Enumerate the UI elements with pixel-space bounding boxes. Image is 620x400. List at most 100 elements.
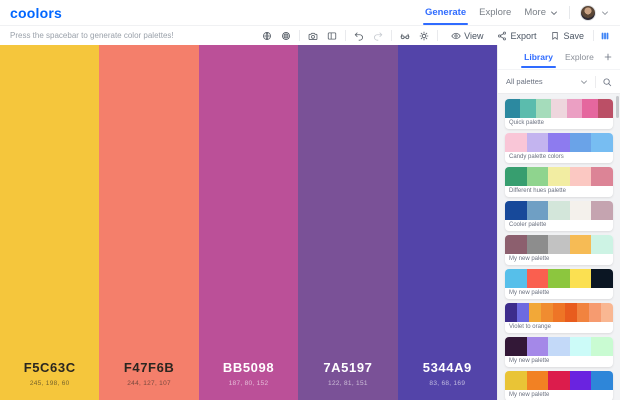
palette-swatch (570, 371, 592, 390)
nav-item-more[interactable]: More (524, 7, 559, 18)
save-button[interactable]: Save (545, 31, 589, 41)
color-column-f47f6b[interactable]: F47F6B244, 127, 107 (99, 45, 198, 400)
nav-item-explore[interactable]: Explore (479, 7, 511, 18)
palette-card[interactable]: Quick palette (505, 99, 613, 129)
palette-swatch (505, 303, 517, 322)
avatar[interactable] (580, 5, 596, 21)
palette-swatch (591, 201, 613, 220)
color-column-f5c63c[interactable]: F5C63C 245, 198, 60 (0, 45, 99, 400)
palette-swatch (505, 133, 527, 152)
search-icon[interactable] (602, 77, 612, 87)
coolors-app: coolors Generate Explore More Press the sp… (0, 0, 620, 400)
color-wheel-icon[interactable] (281, 31, 291, 41)
add-palette-plus-icon[interactable] (603, 52, 613, 62)
sidebar-toggle-columns-icon[interactable] (600, 31, 610, 41)
palette-swatch (536, 99, 551, 118)
palette-swatch (548, 201, 570, 220)
globe-icon[interactable] (262, 31, 272, 41)
palette-swatch (548, 371, 570, 390)
palette-swatch (517, 303, 529, 322)
palette-swatch (520, 99, 535, 118)
palette-name: Candy palette colors (505, 152, 613, 163)
avatar-chevron-down-icon[interactable] (600, 8, 610, 18)
palette-list: Quick palette Candy palette colors Differe… (498, 94, 620, 400)
color-hex-label[interactable]: F5C63C (24, 360, 76, 375)
scrollbar-thumb[interactable] (616, 96, 619, 118)
eye-icon (451, 31, 461, 41)
color-column-5344a9[interactable]: 5344A9 83, 68, 169 (398, 45, 497, 400)
palette-name: Violet to orange (505, 322, 613, 333)
collage-icon[interactable] (327, 31, 337, 41)
palette-card[interactable]: Cooler palette (505, 201, 613, 231)
top-header: coolors Generate Explore More (0, 0, 620, 26)
palette-card[interactable]: My new palette (505, 235, 613, 265)
palette-name: Quick palette (505, 118, 613, 129)
palette-swatches (505, 303, 613, 322)
color-rgb-label: 122, 81, 151 (328, 380, 368, 387)
palette-swatch (548, 167, 570, 186)
palette-swatch (527, 337, 549, 356)
camera-icon[interactable] (308, 31, 318, 41)
palette-card[interactable]: My new palette (505, 337, 613, 367)
palette-swatch (570, 235, 592, 254)
palette-swatches (505, 167, 613, 186)
palette-card[interactable]: My new palette (505, 371, 613, 400)
palette-swatches (505, 337, 613, 356)
toolbar: Press the spacebar to generate color pal… (0, 26, 620, 45)
brightness-icon[interactable] (419, 31, 429, 41)
color-column-bb5098[interactable]: BB5098 187, 80, 152 (199, 45, 298, 400)
undo-icon[interactable] (354, 31, 364, 41)
palette-swatch (527, 235, 549, 254)
color-rgb-label: 187, 80, 152 (229, 380, 269, 387)
bookmark-icon (550, 31, 560, 41)
palette-swatches (505, 235, 613, 254)
palette-swatch (527, 201, 549, 220)
palette-swatch (505, 269, 527, 288)
palette-swatch (527, 371, 549, 390)
coolors-logo[interactable]: coolors (10, 5, 62, 21)
palette-filter-select[interactable]: All palettes (506, 77, 579, 86)
palette-swatch (570, 269, 592, 288)
palette-swatch (541, 303, 553, 322)
palette-swatch (527, 133, 549, 152)
filter-chevron-down-icon[interactable] (579, 77, 589, 87)
sidebar-tab-library[interactable]: Library (524, 52, 553, 62)
palette-swatch (591, 337, 613, 356)
view-button[interactable]: View (446, 31, 488, 41)
export-button[interactable]: Export (492, 31, 541, 41)
palette-card[interactable]: Different hues palette (505, 167, 613, 197)
sidebar-tab-explore[interactable]: Explore (565, 52, 594, 62)
palette-swatch (570, 167, 592, 186)
color-hex-label[interactable]: 7A5197 (323, 360, 372, 375)
color-rgb-label: 245, 198, 60 (30, 380, 70, 387)
colorblind-icon[interactable] (400, 31, 410, 41)
palette-filter-row: All palettes (498, 69, 620, 94)
palette-swatch (551, 99, 566, 118)
palette-swatch (567, 99, 582, 118)
toolbar-icon-group (254, 31, 299, 41)
palette-swatch (591, 269, 613, 288)
palette-swatch (527, 269, 549, 288)
palette-swatch (505, 201, 527, 220)
palette-card[interactable]: Candy palette colors (505, 133, 613, 163)
redo-icon[interactable] (373, 31, 383, 41)
palette-swatch (505, 99, 520, 118)
palette-swatch (570, 133, 592, 152)
toolbar-actions: View Export Save (438, 31, 593, 41)
color-hex-label[interactable]: F47F6B (124, 360, 175, 375)
toolbar-icon-group (300, 31, 345, 41)
color-hex-label[interactable]: BB5098 (223, 360, 274, 375)
nav-item-generate[interactable]: Generate (425, 7, 466, 18)
palette-name: My new palette (505, 288, 613, 299)
color-rgb-label: 83, 68, 169 (429, 380, 465, 387)
palette-swatches (505, 133, 613, 152)
main-area: F5C63C245, 198, 60F47F6B244, 127, 107BB5… (0, 45, 620, 400)
color-column-7a5197[interactable]: 7A5197 122, 81, 151 (298, 45, 397, 400)
color-hex-label[interactable]: 5344A9 (423, 360, 472, 375)
library-sidebar: Library Explore All palettes Quick palett… (497, 45, 620, 400)
sidebar-tabs: Library Explore (498, 45, 620, 69)
palette-card[interactable]: Violet to orange (505, 303, 613, 333)
main-nav: Generate Explore More (425, 7, 559, 18)
palette-card[interactable]: My new palette (505, 269, 613, 299)
toolbar-divider (593, 30, 594, 41)
